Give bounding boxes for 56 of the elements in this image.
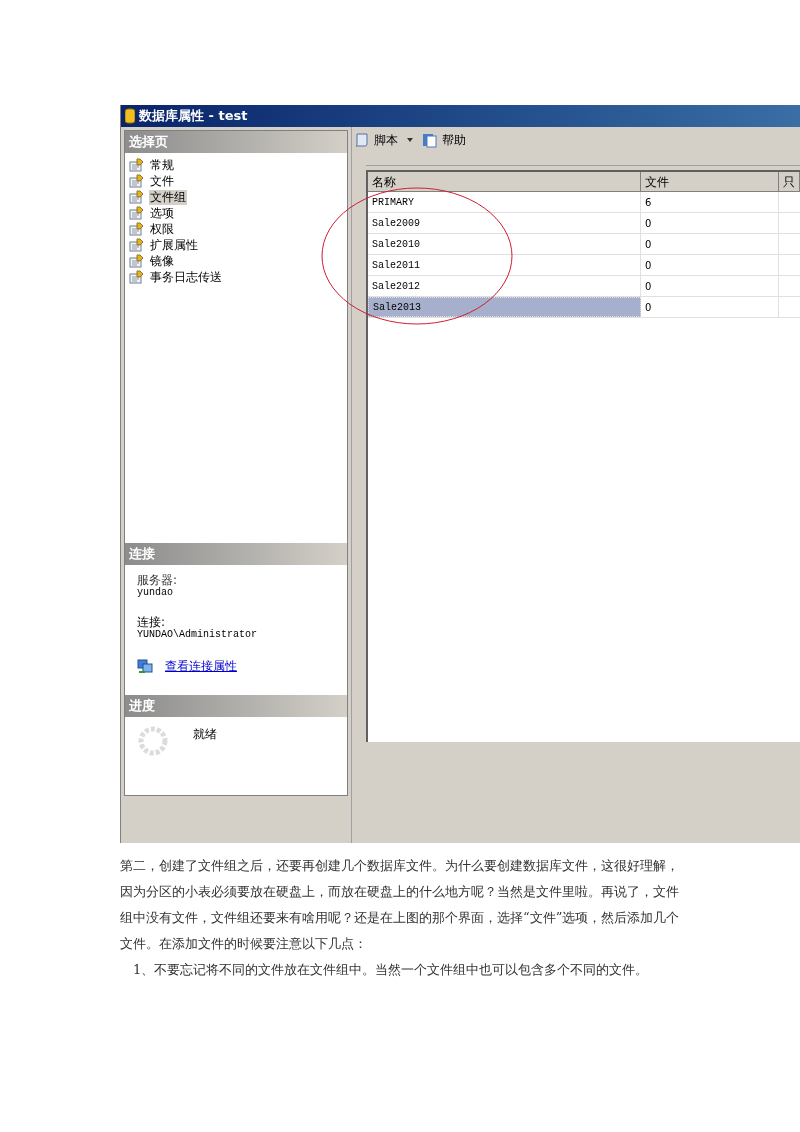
page-icon xyxy=(129,222,145,236)
help-button[interactable]: 帮助 xyxy=(442,131,466,149)
dropdown-caret-icon[interactable] xyxy=(406,137,414,143)
table-cell: PRIMARY xyxy=(368,192,641,212)
table-cell: Sale2010 xyxy=(368,234,641,254)
page-icon xyxy=(129,174,145,188)
window-title: 数据库属性 - test xyxy=(139,107,248,126)
table-row[interactable]: PRIMARY 6 xyxy=(368,192,800,213)
page-list-item[interactable]: 选项 xyxy=(149,205,175,221)
server-label: 服务器: xyxy=(137,573,179,587)
connection-label: 连接: xyxy=(137,615,167,629)
column-header[interactable]: 名称 xyxy=(368,172,641,192)
database-icon xyxy=(125,108,135,124)
page-list-item[interactable]: 事务日志传送 xyxy=(149,269,223,285)
column-header[interactable]: 只 xyxy=(779,172,800,192)
page-list-item[interactable]: 文件 xyxy=(149,173,175,189)
section-header: 进度 xyxy=(125,695,347,717)
section-header: 选择页 xyxy=(125,131,347,153)
body-paragraph: 1、不要忘记将不同的文件放在文件组中。当然一个文件组中也可以包含多个不同的文件。 xyxy=(132,961,650,979)
table-cell: 0 xyxy=(641,297,779,317)
column-header[interactable]: 文件 xyxy=(641,172,779,192)
section-header: 连接 xyxy=(125,543,347,565)
page-list-item[interactable]: 文件组 xyxy=(149,189,187,205)
table-row[interactable]: Sale2010 0 xyxy=(368,234,800,255)
page-list-item[interactable]: 常规 xyxy=(149,157,175,173)
page-list-item[interactable]: 权限 xyxy=(149,221,175,237)
connection-name: YUNDAO\Administrator xyxy=(137,629,259,641)
page-list-item[interactable]: 镜像 xyxy=(149,253,175,269)
script-button[interactable]: 脚本 xyxy=(374,131,398,149)
table-row[interactable]: Sale2009 0 xyxy=(368,213,800,234)
page-icon xyxy=(129,270,145,284)
script-icon xyxy=(354,132,370,148)
page-icon xyxy=(129,158,145,172)
table-cell: Sale2009 xyxy=(368,213,641,233)
table-cell: Sale2012 xyxy=(368,276,641,296)
page-icon xyxy=(129,238,145,252)
spinner-icon xyxy=(137,725,169,757)
table-cell: Sale2011 xyxy=(368,255,641,275)
table-row[interactable]: Sale2011 0 xyxy=(368,255,800,276)
server-name: yundao xyxy=(137,587,174,599)
body-paragraph: 第二，创建了文件组之后，还要再创建几个数据库文件。为什么要创建数据库文件，这很好理解，因为分区的小表必须要放在硬盘上，而放在硬盘上的什么地方呢？当然是文件里啦。再说了，文件组中没有文件，文件组还要来有啥用呢？还是在上图的那个界面，选择“文件”选项，然后添加几个文件。在添加文件的时候要注意以下几点： xyxy=(120,857,680,953)
connection-properties-link[interactable]: 查看连接属性 xyxy=(165,657,237,675)
table-cell: Sale2013 xyxy=(368,297,641,317)
table-cell: 0 xyxy=(641,234,779,254)
progress-status: 就绪 xyxy=(193,726,217,743)
table-cell: 0 xyxy=(641,255,779,275)
page-list-item[interactable]: 扩展属性 xyxy=(149,237,199,253)
page-icon xyxy=(129,190,145,204)
page-icon xyxy=(129,206,145,220)
table-cell: 6 xyxy=(641,192,779,212)
table-row[interactable]: Sale2013 0 xyxy=(368,297,800,318)
help-icon xyxy=(422,132,438,148)
page-icon xyxy=(129,254,145,268)
table-cell: 0 xyxy=(641,276,779,296)
table-cell: 0 xyxy=(641,213,779,233)
connection-icon xyxy=(137,658,153,674)
